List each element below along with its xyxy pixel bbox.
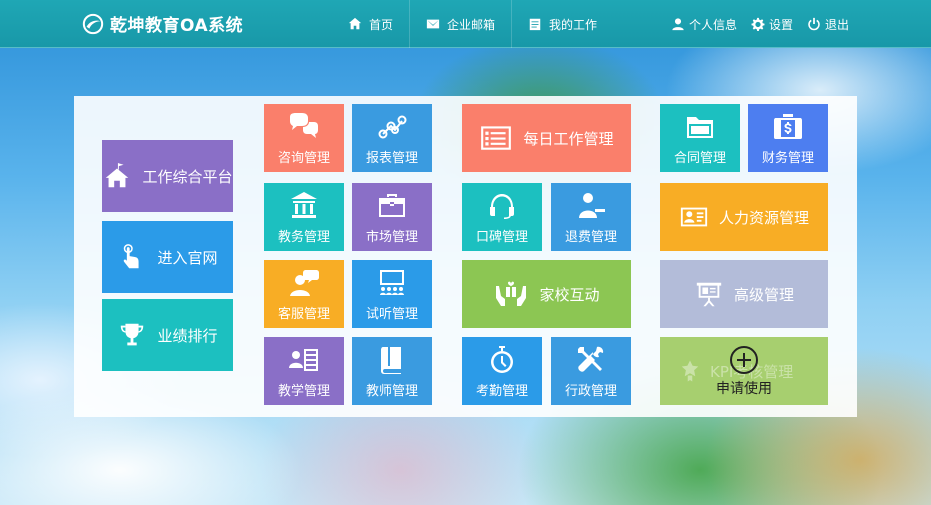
tile-service[interactable]: 客服管理 [264,260,344,328]
speech-bubbles-icon [290,112,318,138]
work-list-icon [529,18,541,31]
tile-finance-label: 财务管理 [761,150,814,166]
tile-refund-label: 退费管理 [564,229,617,245]
tile-attendance-label: 考勤管理 [475,383,528,399]
dashboard-panel: 工作综合平台 进入官网 业绩排行 咨询管理 报表管理 教务管理 市场管理 客服管… [74,96,857,417]
mail-icon [426,19,440,29]
nav-mail[interactable]: 企业邮箱 [410,0,513,48]
app-title: 乾坤教育OA系统 [110,16,244,36]
headset-icon [490,193,514,219]
tile-home-school-label: 家校互动 [539,285,600,304]
apply-overlay[interactable]: 申请使用 [716,344,772,398]
tile-consult[interactable]: 咨询管理 [264,104,344,172]
tile-advanced[interactable]: 高级管理 [660,260,828,328]
apply-label: 申请使用 [716,381,772,397]
tile-teaching[interactable]: 教学管理 [264,337,344,405]
home-icon [348,17,362,30]
power-icon [808,17,820,31]
tile-daily-work[interactable]: 每日工作管理 [462,104,631,172]
logout-label: 退出 [824,17,849,32]
briefcase-icon [379,193,405,217]
tile-reputation-label: 口碑管理 [475,229,528,245]
tile-administration[interactable]: 行政管理 [551,337,631,405]
nav-my-work-label: 我的工作 [549,17,598,32]
tile-official-website-label: 进入官网 [157,248,218,267]
tile-reputation[interactable]: 口碑管理 [462,183,542,251]
top-navbar: 乾坤教育OA系统 首页 企业邮箱 我的工作 个人信息 设置 退出 [0,0,931,48]
nav-home-label: 首页 [369,17,394,32]
tile-report[interactable]: 报表管理 [352,104,432,172]
tile-advanced-label: 高级管理 [733,285,794,304]
tile-consult-label: 咨询管理 [277,150,330,166]
tile-contract[interactable]: 合同管理 [660,104,740,172]
tile-work-platform-label: 工作综合平台 [142,167,233,186]
tools-icon [578,346,604,372]
tile-contract-label: 合同管理 [673,150,726,166]
checklist-icon [481,126,512,150]
user-nav: 个人信息 设置 退出 [671,0,849,48]
hands-gift-icon [496,281,527,306]
nav-mail-label: 企业邮箱 [447,17,496,32]
tile-administration-label: 行政管理 [564,383,617,399]
presentation-audience-icon [380,269,404,295]
tile-finance[interactable]: 财务管理 [748,104,828,172]
institution-icon [291,191,317,218]
money-bag-icon [774,113,802,139]
gear-icon [751,17,765,31]
tile-work-platform[interactable]: 工作综合平台 [102,140,233,212]
tile-kpi[interactable]: KPI考核管理 申请使用 [660,337,828,405]
tile-human-resources[interactable]: 人力资源管理 [660,183,828,251]
user-list-icon [289,348,318,371]
tile-performance-ranking-label: 业绩排行 [157,326,218,345]
tile-teacher-label: 教师管理 [365,383,418,399]
kpi-award-icon [681,360,699,382]
profile-label: 个人信息 [688,17,737,32]
tile-market[interactable]: 市场管理 [352,183,432,251]
tile-teaching-label: 教学管理 [277,383,330,399]
nav-my-work[interactable]: 我的工作 [512,0,613,48]
user-chat-icon [290,269,319,296]
user-desk-icon [579,192,605,218]
app-logo[interactable]: 乾坤教育OA系统 [82,11,243,36]
plus-circle-icon [730,346,758,374]
tile-daily-work-label: 每日工作管理 [523,129,614,148]
tile-academic[interactable]: 教务管理 [264,183,344,251]
book-icon [381,346,401,374]
settings-link[interactable]: 设置 [751,16,793,33]
tile-human-resources-label: 人力资源管理 [718,208,809,227]
user-icon [672,18,684,31]
tile-academic-label: 教务管理 [277,229,330,245]
tile-market-label: 市场管理 [365,229,418,245]
presentation-board-icon [696,282,722,307]
tile-home-school[interactable]: 家校互动 [462,260,631,328]
stopwatch-icon [491,345,513,373]
tile-refund[interactable]: 退费管理 [551,183,631,251]
tile-trial-label: 试听管理 [365,306,418,322]
tile-performance-ranking[interactable]: 业绩排行 [102,299,233,371]
tile-service-label: 客服管理 [277,306,330,322]
trophy-icon [121,323,144,346]
hand-pointer-icon [124,244,140,269]
folder-icon [687,116,713,138]
settings-label: 设置 [768,17,793,32]
chart-nodes-icon [378,115,407,138]
id-card-icon [680,207,708,227]
house-flag-icon [106,162,129,188]
tile-trial[interactable]: 试听管理 [352,260,432,328]
main-nav: 首页 企业邮箱 我的工作 [332,0,613,48]
logout-link[interactable]: 退出 [807,16,849,33]
profile-link[interactable]: 个人信息 [671,16,737,33]
tile-teacher[interactable]: 教师管理 [352,337,432,405]
tile-attendance[interactable]: 考勤管理 [462,337,542,405]
logo-swirl-icon [82,13,104,34]
tile-official-website[interactable]: 进入官网 [102,221,233,293]
nav-home[interactable]: 首页 [332,0,411,48]
tile-report-label: 报表管理 [365,150,418,166]
